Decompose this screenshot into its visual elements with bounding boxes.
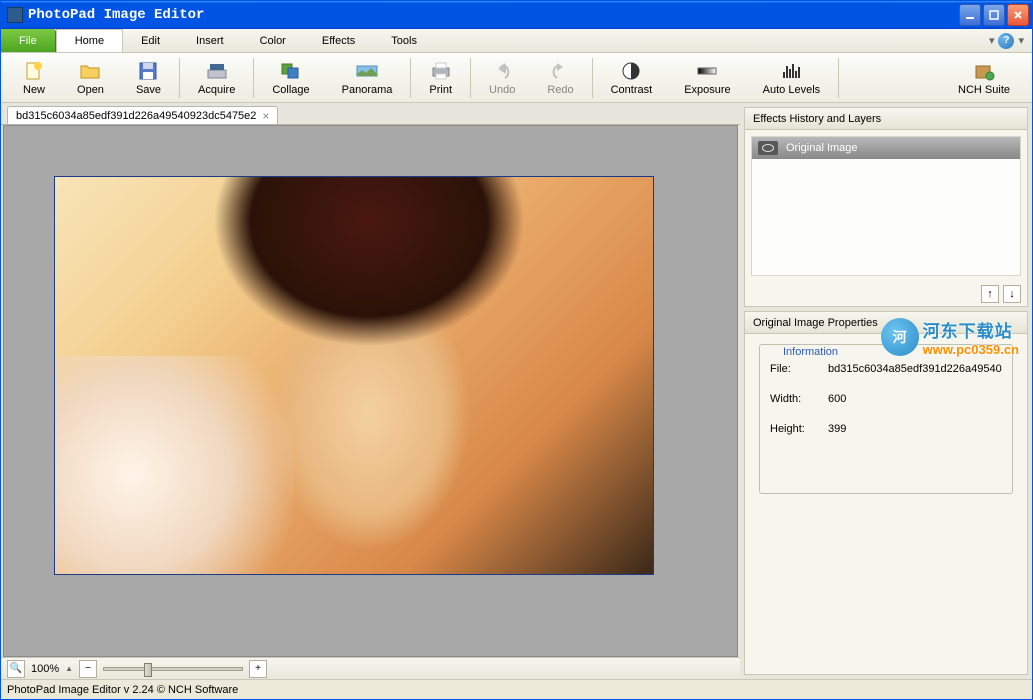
minimize-button[interactable] xyxy=(959,4,981,26)
help-dropdown-icon[interactable]: ▾ xyxy=(1018,34,1024,47)
layer-item[interactable]: Original Image xyxy=(752,137,1020,159)
tab-close-icon[interactable]: × xyxy=(262,110,269,122)
toolbar: New Open Save Acquire Collage Panorama P… xyxy=(1,53,1032,103)
separator xyxy=(253,58,254,98)
document-tabs: bd315c6034a85edf391d226a49540923dc5475e2… xyxy=(1,103,740,125)
layer-down-button[interactable]: ↓ xyxy=(1003,285,1021,303)
menu-file[interactable]: File xyxy=(1,29,56,52)
status-bar: PhotoPad Image Editor v 2.24 © NCH Softw… xyxy=(1,679,1032,699)
contrast-button[interactable]: Contrast xyxy=(595,58,669,98)
separator xyxy=(470,58,471,98)
zoom-bar: 🔍 100% ▲ − + xyxy=(1,657,740,679)
autolevels-button[interactable]: Auto Levels xyxy=(747,58,836,98)
history-panel: Effects History and Layers Original Imag… xyxy=(744,107,1028,307)
titlebar[interactable]: PhotoPad Image Editor xyxy=(1,1,1032,29)
document-tab[interactable]: bd315c6034a85edf391d226a49540923dc5475e2… xyxy=(7,106,278,124)
close-button[interactable] xyxy=(1007,4,1029,26)
undo-icon xyxy=(491,60,513,82)
layer-label: Original Image xyxy=(786,142,858,154)
menubar: File Home Edit Insert Color Effects Tool… xyxy=(1,29,1032,53)
prop-file-value: bd315c6034a85edf391d226a49540923dc xyxy=(828,363,1002,375)
prop-height-value: 399 xyxy=(828,423,1002,435)
separator xyxy=(838,58,839,98)
separator xyxy=(592,58,593,98)
nch-suite-button[interactable]: NCH Suite xyxy=(942,58,1026,98)
canvas-viewport[interactable] xyxy=(3,125,738,657)
properties-group-label: Information xyxy=(779,346,842,358)
menu-home[interactable]: Home xyxy=(56,29,123,52)
exposure-button[interactable]: Exposure xyxy=(668,58,746,98)
zoom-value: 100% xyxy=(31,663,59,675)
scanner-icon xyxy=(206,60,228,82)
zoom-slider-thumb[interactable] xyxy=(144,663,152,677)
help-icon[interactable]: ? xyxy=(998,33,1014,49)
separator xyxy=(179,58,180,98)
zoom-up-icon[interactable]: ▲ xyxy=(65,664,73,673)
open-folder-icon xyxy=(79,60,101,82)
zoom-in-button[interactable]: + xyxy=(249,660,267,678)
menu-color[interactable]: Color xyxy=(242,29,304,52)
prop-width-value: 600 xyxy=(828,393,1002,405)
history-panel-title: Effects History and Layers xyxy=(745,108,1027,130)
separator xyxy=(410,58,411,98)
exposure-icon xyxy=(696,60,718,82)
contrast-icon xyxy=(620,60,642,82)
properties-panel: 河 河东下载站 www.pc0359.cn Original Image Pro… xyxy=(744,311,1028,675)
menu-tools[interactable]: Tools xyxy=(373,29,435,52)
menu-effects[interactable]: Effects xyxy=(304,29,373,52)
collage-icon xyxy=(280,60,302,82)
layer-list[interactable]: Original Image xyxy=(751,136,1021,276)
save-disk-icon xyxy=(137,60,159,82)
redo-icon xyxy=(549,60,571,82)
print-button[interactable]: Print xyxy=(413,58,468,98)
image-canvas[interactable] xyxy=(54,176,654,575)
zoom-out-button[interactable]: − xyxy=(79,660,97,678)
new-button[interactable]: New xyxy=(7,58,61,98)
histogram-icon xyxy=(780,60,802,82)
panorama-icon xyxy=(356,60,378,82)
chevron-down-icon[interactable]: ▾ xyxy=(989,34,995,47)
maximize-button[interactable] xyxy=(983,4,1005,26)
open-button[interactable]: Open xyxy=(61,58,120,98)
redo-button[interactable]: Redo xyxy=(531,58,589,98)
app-icon xyxy=(7,7,23,23)
layer-up-button[interactable]: ↑ xyxy=(981,285,999,303)
zoom-slider[interactable] xyxy=(103,667,243,671)
zoom-out-icon[interactable]: 🔍 xyxy=(7,660,25,678)
document-tab-label: bd315c6034a85edf391d226a49540923dc5475e2 xyxy=(16,110,256,122)
visibility-eye-icon[interactable] xyxy=(758,141,778,155)
prop-height-label: Height: xyxy=(770,423,828,435)
window-title: PhotoPad Image Editor xyxy=(28,7,959,23)
properties-panel-title: Original Image Properties xyxy=(745,312,1027,334)
suite-icon xyxy=(973,60,995,82)
new-file-icon xyxy=(23,60,45,82)
panorama-button[interactable]: Panorama xyxy=(326,58,409,98)
collage-button[interactable]: Collage xyxy=(256,58,325,98)
menu-insert[interactable]: Insert xyxy=(178,29,242,52)
status-text: PhotoPad Image Editor v 2.24 © NCH Softw… xyxy=(7,684,238,696)
undo-button[interactable]: Undo xyxy=(473,58,531,98)
menu-edit[interactable]: Edit xyxy=(123,29,178,52)
prop-width-label: Width: xyxy=(770,393,828,405)
printer-icon xyxy=(430,60,452,82)
prop-file-label: File: xyxy=(770,363,828,375)
acquire-button[interactable]: Acquire xyxy=(182,58,251,98)
save-button[interactable]: Save xyxy=(120,58,177,98)
